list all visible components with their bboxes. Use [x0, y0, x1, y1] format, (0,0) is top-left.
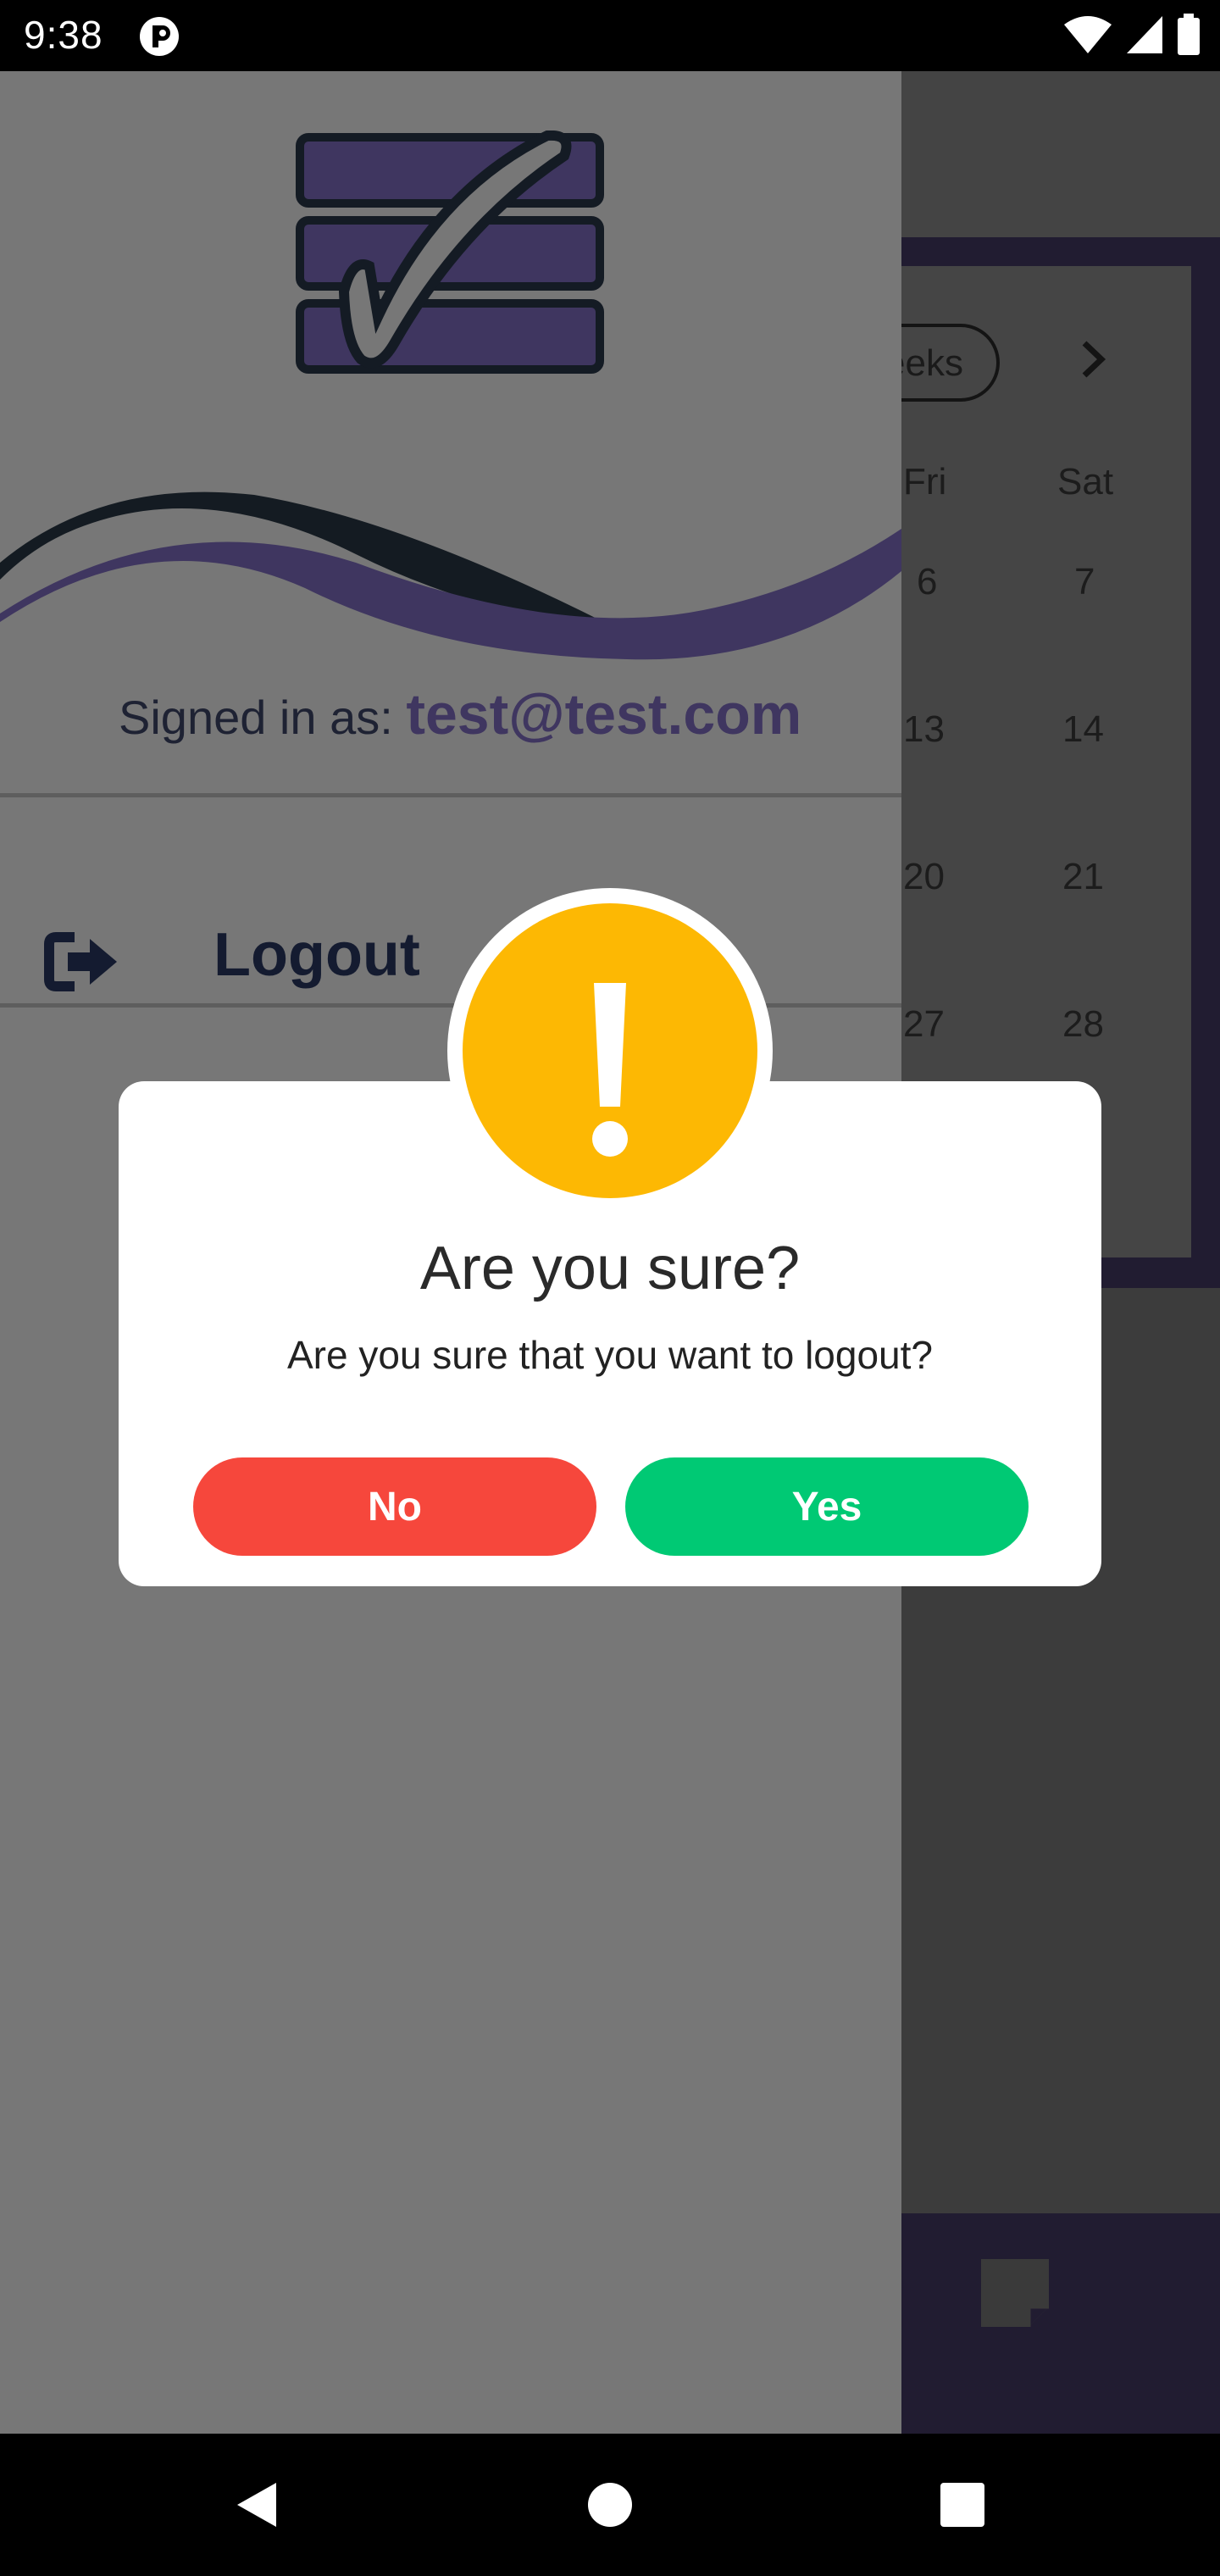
- battery-icon: [1178, 14, 1200, 55]
- yes-button[interactable]: Yes: [625, 1457, 1029, 1556]
- day-label-fri: Fri: [903, 461, 947, 502]
- status-bar: 9:38: [0, 0, 1220, 71]
- day-cell[interactable]: 7: [1074, 561, 1095, 603]
- signed-in-label: Signed in as:: [119, 691, 393, 744]
- app-logo: [296, 130, 604, 374]
- day-cell[interactable]: 27: [903, 1003, 945, 1046]
- day-cell[interactable]: 28: [1062, 1003, 1104, 1046]
- exclamation-icon: [592, 983, 628, 1157]
- status-time: 9:38: [24, 13, 103, 57]
- day-cell[interactable]: 14: [1062, 708, 1104, 751]
- day-cell[interactable]: 21: [1062, 856, 1104, 898]
- logout-label: Logout: [214, 921, 420, 989]
- dialog-title: Are you sure?: [419, 1235, 801, 1302]
- signal-icon: [1127, 16, 1162, 53]
- day-cell[interactable]: 20: [903, 856, 945, 898]
- wifi-icon: [1064, 16, 1112, 53]
- user-email: test@test.com: [406, 682, 802, 747]
- divider: [0, 793, 901, 797]
- back-icon[interactable]: [232, 2479, 280, 2530]
- day-cell[interactable]: 6: [917, 561, 937, 603]
- no-button[interactable]: No: [193, 1457, 596, 1556]
- day-cell[interactable]: 13: [903, 708, 945, 751]
- recents-icon[interactable]: [939, 2479, 986, 2530]
- home-icon[interactable]: [586, 2479, 634, 2530]
- system-nav-bar: [0, 2434, 1220, 2576]
- warning-badge: [463, 903, 757, 1198]
- logout-icon: [44, 932, 117, 991]
- chevron-right-icon[interactable]: [1076, 338, 1110, 380]
- signed-in-text: Signed in as: test@test.com: [119, 681, 801, 747]
- app-notification-icon: [140, 17, 179, 56]
- dialog-message: Are you sure that you want to logout?: [286, 1333, 934, 1377]
- day-label-sat: Sat: [1057, 461, 1114, 502]
- note-icon[interactable]: [976, 2254, 1054, 2332]
